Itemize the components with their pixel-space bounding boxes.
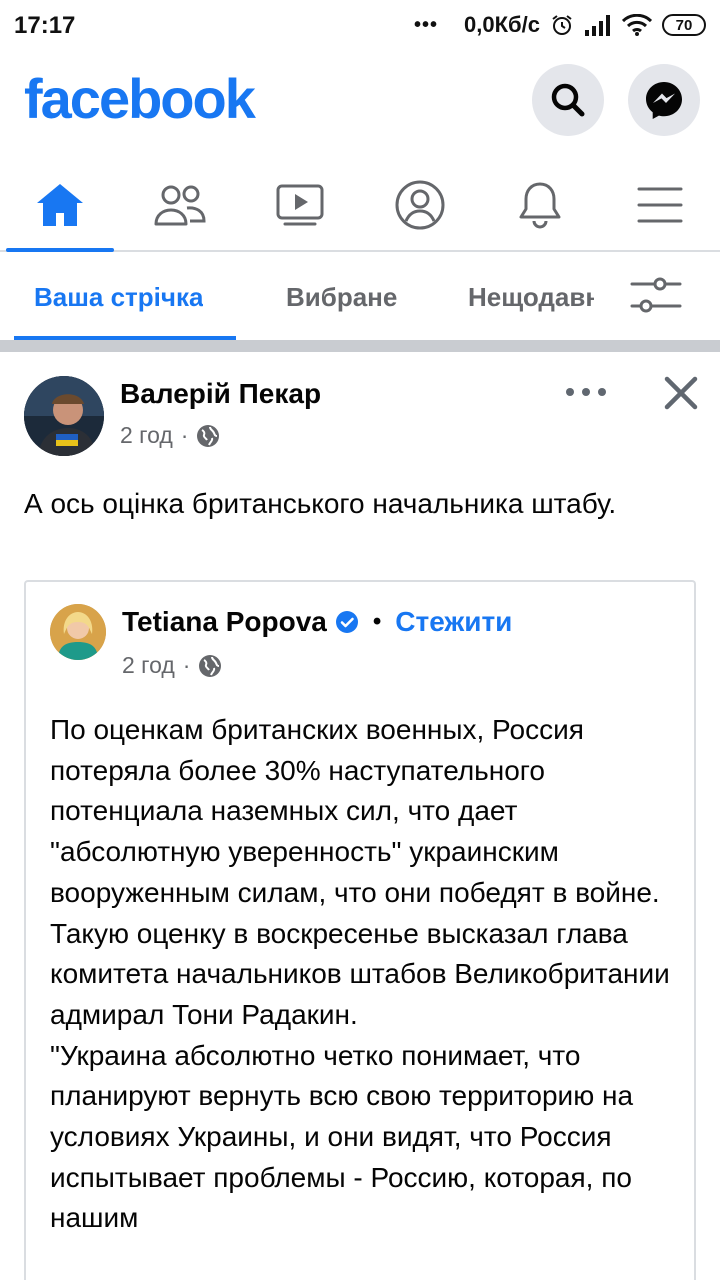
shared-post-time[interactable]: 2 год bbox=[122, 652, 175, 679]
more-dot bbox=[598, 388, 606, 396]
shared-post-text: По оценкам британских военных, Россия по… bbox=[50, 710, 680, 1239]
status-dots: ••• bbox=[414, 13, 439, 36]
post-time[interactable]: 2 год bbox=[120, 422, 173, 449]
tab-recent[interactable]: Нещодавні bbox=[468, 282, 594, 313]
more-dot bbox=[566, 388, 574, 396]
tab-your-feed[interactable]: Ваша стрічка bbox=[34, 282, 203, 313]
nav-friends[interactable] bbox=[126, 160, 234, 250]
nav-watch[interactable] bbox=[246, 160, 354, 250]
meta-separator: · bbox=[180, 422, 189, 448]
app-header: facebook bbox=[0, 58, 720, 148]
more-dot bbox=[582, 388, 590, 396]
feed-tabs: Ваша стрічка Вибране Нещодавні bbox=[0, 254, 720, 340]
shared-post[interactable]: Tetiana Popova • Стежити 2 год · По оцен… bbox=[24, 580, 696, 1280]
shared-author-row: Tetiana Popova • Стежити bbox=[122, 606, 512, 638]
battery-indicator: 70 bbox=[662, 14, 706, 36]
wifi-icon bbox=[622, 14, 652, 36]
globe-icon bbox=[197, 424, 220, 447]
section-divider bbox=[0, 340, 720, 352]
signal-icon bbox=[585, 15, 610, 36]
close-icon[interactable] bbox=[660, 372, 702, 414]
post-author[interactable]: Валерій Пекар bbox=[120, 378, 321, 410]
menu-icon bbox=[637, 187, 683, 223]
post-meta: 2 год · bbox=[120, 422, 220, 449]
notifications-icon bbox=[519, 182, 561, 229]
verified-badge-icon bbox=[335, 611, 358, 633]
globe-icon bbox=[199, 654, 222, 677]
status-indicators: ••• 0,0Кб/с 70 bbox=[414, 12, 706, 38]
post-text: А ось оцінка британського начальника шта… bbox=[24, 488, 617, 519]
search-button[interactable] bbox=[532, 64, 604, 136]
avatar[interactable] bbox=[24, 376, 104, 456]
messenger-icon bbox=[646, 82, 682, 119]
friends-icon bbox=[154, 185, 206, 226]
nav-profile[interactable] bbox=[366, 160, 474, 250]
status-bar: 17:17 ••• 0,0Кб/с 70 bbox=[0, 0, 720, 52]
nav-notifications[interactable] bbox=[486, 160, 594, 250]
nav-menu[interactable] bbox=[606, 160, 714, 250]
shared-paragraph: Такую оценку в воскресенье высказал глав… bbox=[50, 917, 670, 1030]
shared-author-photo bbox=[50, 604, 106, 660]
watch-icon bbox=[276, 184, 324, 226]
messenger-button[interactable] bbox=[628, 64, 700, 136]
shared-author-avatar[interactable] bbox=[50, 604, 106, 660]
main-nav bbox=[0, 160, 720, 252]
shared-paragraph: По оценкам британских военных, Россия по… bbox=[50, 714, 660, 908]
feed-post: Валерій Пекар 2 год · А ось оцінка брита… bbox=[0, 352, 720, 1280]
author-photo bbox=[24, 376, 104, 456]
facebook-logo[interactable]: facebook bbox=[24, 66, 256, 131]
shared-paragraph: "Украина абсолютно четко понимает, что п… bbox=[50, 1039, 634, 1234]
shared-post-meta: 2 год · bbox=[122, 652, 222, 679]
alarm-icon bbox=[552, 15, 572, 35]
follow-separator: • bbox=[372, 608, 382, 635]
tab-favorites[interactable]: Вибране bbox=[286, 282, 397, 313]
nav-home[interactable] bbox=[6, 160, 114, 250]
status-time: 17:17 bbox=[14, 12, 76, 39]
network-speed: 0,0Кб/с bbox=[464, 12, 540, 37]
shared-author-name[interactable]: Tetiana Popova bbox=[122, 606, 327, 638]
profile-icon bbox=[395, 180, 445, 230]
home-icon bbox=[37, 184, 83, 226]
search-icon bbox=[551, 83, 585, 117]
meta-separator: · bbox=[182, 652, 191, 678]
follow-button[interactable]: Стежити bbox=[395, 606, 512, 638]
filter-icon[interactable] bbox=[628, 274, 684, 318]
post-options-button[interactable] bbox=[566, 382, 606, 402]
nav-active-indicator bbox=[6, 248, 114, 252]
